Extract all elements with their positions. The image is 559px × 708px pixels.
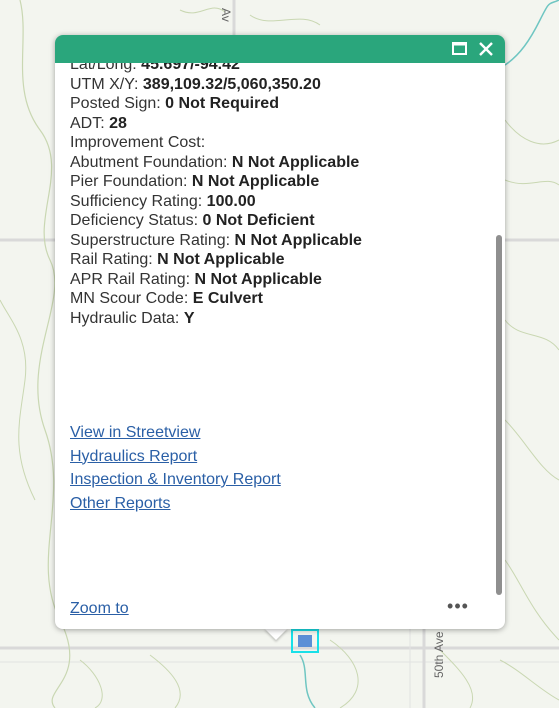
- popup-pointer: [264, 628, 288, 640]
- attribute-value: N Not Applicable: [194, 270, 322, 288]
- attribute-line: Hydraulic Data: Y: [70, 309, 490, 329]
- attribute-line: ADT: 28: [70, 114, 490, 134]
- attribute-line: Lat/Long: 45.697/-94.42: [70, 63, 490, 75]
- attribute-label: Rail Rating:: [70, 251, 158, 268]
- feature-popup: Lat/Long: 45.697/-94.42 UTM X/Y: 389,109.…: [55, 35, 505, 629]
- attribute-line: Superstructure Rating: N Not Applicable: [70, 231, 490, 251]
- attribute-line: Abutment Foundation: N Not Applicable: [70, 153, 490, 173]
- attribute-value: 45.697/-94.42: [141, 63, 240, 73]
- attribute-value: 0 Not Required: [165, 95, 279, 112]
- attribute-value: 389,109.32/5,060,350.20: [142, 75, 321, 93]
- attribute-line: UTM X/Y: 389,109.32/5,060,350.20: [70, 75, 490, 95]
- attribute-line: Sufficiency Rating: 100.00: [70, 192, 490, 212]
- popup-footer: Zoom to •••: [55, 595, 505, 629]
- attribute-list: Lat/Long: 45.697/-94.42 UTM X/Y: 389,109.…: [70, 63, 490, 328]
- attribute-line: APR Rail Rating: N Not Applicable: [70, 270, 490, 290]
- attribute-value: Y: [183, 309, 195, 327]
- selected-bridge-feature[interactable]: [291, 629, 319, 653]
- scrollbar-thumb[interactable]: [496, 235, 502, 595]
- attribute-line: Rail Rating: N Not Applicable: [70, 250, 490, 270]
- attribute-label: Deficiency Status:: [70, 212, 203, 229]
- attribute-label: MN Scour Code:: [70, 290, 193, 307]
- close-icon[interactable]: [476, 39, 496, 59]
- attribute-label: APR Rail Rating:: [70, 270, 195, 288]
- zoom-to-link[interactable]: Zoom to: [70, 600, 129, 618]
- popup-header: [55, 35, 505, 63]
- attribute-label: Sufficiency Rating:: [70, 192, 207, 210]
- attribute-label: Posted Sign:: [70, 95, 166, 112]
- road-label: Av: [219, 8, 233, 22]
- attribute-label: Improvement Cost:: [70, 134, 206, 151]
- attribute-line: Deficiency Status: 0 Not Deficient: [70, 211, 490, 231]
- attribute-value: N Not Applicable: [191, 173, 320, 190]
- bridge-symbol: [298, 635, 312, 647]
- attribute-label: Hydraulic Data:: [70, 309, 184, 327]
- attribute-label: Superstructure Rating:: [70, 231, 235, 249]
- attribute-value: N Not Applicable: [231, 153, 360, 171]
- more-options-icon[interactable]: •••: [444, 597, 472, 619]
- view-in-streetview-link[interactable]: View in Streetview: [70, 421, 281, 445]
- attribute-value: E Culvert: [192, 290, 263, 307]
- attribute-line: Posted Sign: 0 Not Required: [70, 94, 490, 114]
- attribute-value: 0 Not Deficient: [202, 212, 315, 229]
- attribute-value: 28: [109, 114, 127, 132]
- hydraulics-report-link[interactable]: Hydraulics Report: [70, 445, 281, 469]
- popup-links: View in Streetview Hydraulics Report Inspe…: [70, 421, 281, 515]
- attribute-label: Lat/Long:: [70, 63, 142, 73]
- attribute-value: N Not Applicable: [157, 251, 285, 268]
- attribute-line: Pier Foundation: N Not Applicable: [70, 172, 490, 192]
- attribute-label: ADT:: [70, 114, 110, 132]
- road-label-50th-ave: 50th Ave: [432, 631, 446, 679]
- attribute-line: MN Scour Code: E Culvert: [70, 289, 490, 309]
- attribute-value: N Not Applicable: [234, 231, 362, 249]
- attribute-label: Pier Foundation:: [70, 173, 192, 190]
- popup-content: Lat/Long: 45.697/-94.42 UTM X/Y: 389,109.…: [70, 63, 490, 381]
- attribute-line: Improvement Cost:: [70, 133, 490, 153]
- maximize-icon[interactable]: [450, 39, 470, 59]
- attribute-label: Abutment Foundation:: [70, 153, 232, 171]
- attribute-value: 100.00: [206, 192, 256, 210]
- attribute-label: UTM X/Y:: [70, 75, 143, 93]
- other-reports-link[interactable]: Other Reports: [70, 492, 281, 516]
- inspection-inventory-report-link[interactable]: Inspection & Inventory Report: [70, 468, 281, 492]
